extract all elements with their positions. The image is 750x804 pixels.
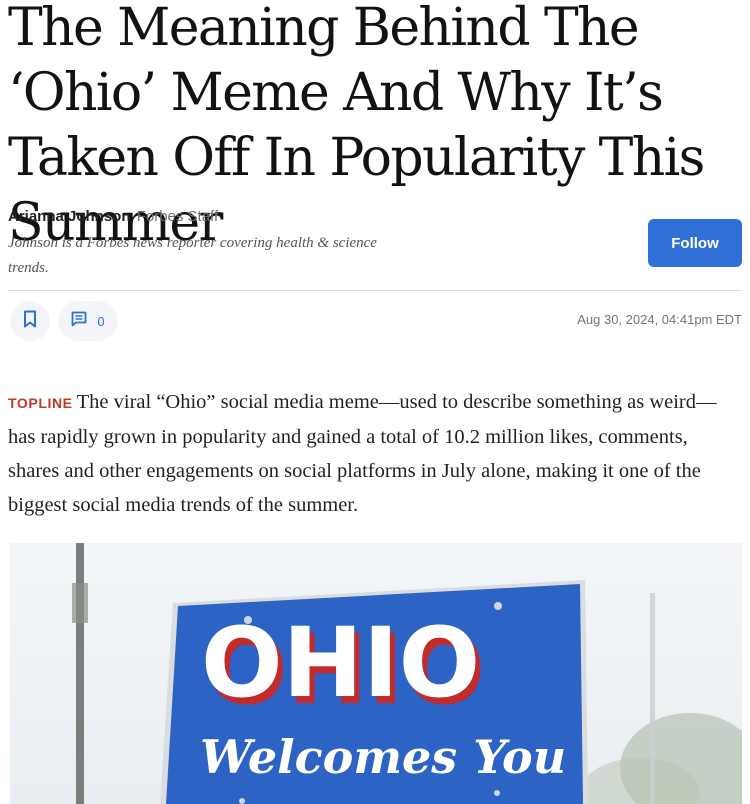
ohio-sign: OHIO OHIO Welcomes You — [160, 580, 588, 804]
article-page: The Meaning Behind The ‘Ohio’ Meme And W… — [0, 0, 750, 804]
sign-title-face: OHIO — [201, 607, 480, 719]
bookmark-button[interactable] — [10, 301, 50, 341]
author-bio: Johnson is a Forbes news reporter coveri… — [8, 235, 377, 276]
topline-text: The viral “Ohio” social media meme—used … — [8, 391, 717, 516]
divider — [8, 290, 742, 291]
author-line: Arianna Johnson Forbes Staff — [8, 207, 568, 227]
author-block: Arianna Johnson Forbes Staff Johnson is … — [8, 207, 568, 281]
hero-image: OHIO OHIO Welcomes You — [10, 543, 742, 804]
sign-subtitle: Welcomes You — [200, 730, 566, 784]
topline-label: TOPLINE — [8, 395, 73, 411]
comment-icon — [71, 311, 87, 332]
follow-button[interactable]: Follow — [648, 219, 742, 267]
author-name[interactable]: Arianna Johnson — [8, 208, 131, 225]
bookmark-icon — [22, 310, 38, 333]
topline-paragraph: TOPLINE The viral “Ohio” social media mem… — [8, 385, 738, 522]
comment-count: 0 — [97, 313, 105, 329]
publish-timestamp: Aug 30, 2024, 04:41pm EDT — [577, 312, 742, 327]
comments-button[interactable]: 0 — [58, 301, 118, 341]
author-role: Forbes Staff — [136, 208, 219, 225]
